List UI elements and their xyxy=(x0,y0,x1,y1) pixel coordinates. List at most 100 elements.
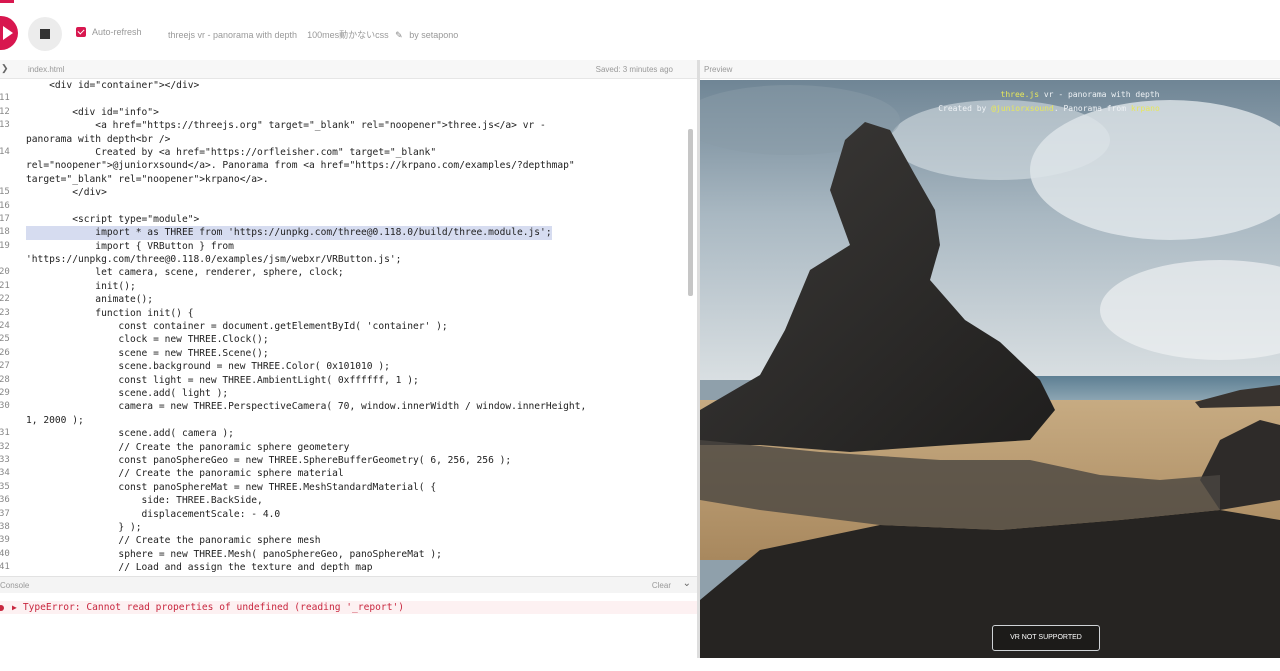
checkbox-icon[interactable] xyxy=(76,27,86,37)
editor-scrollbar[interactable] xyxy=(688,129,693,296)
code-line[interactable]: 11 xyxy=(0,92,690,105)
code-line[interactable]: 32 // Create the panoramic sphere geomet… xyxy=(0,441,690,454)
vr-button[interactable]: VR NOT SUPPORTED xyxy=(992,625,1100,651)
code-editor[interactable]: <div id="container"></div> 11 12 <div id="… xyxy=(0,79,697,572)
code-line[interactable]: 22 animate(); xyxy=(0,293,690,306)
code-text: const light = new THREE.AmbientLight( 0x… xyxy=(26,374,419,386)
run-button[interactable] xyxy=(0,16,18,50)
code-line[interactable]: 25 clock = new THREE.Clock(); xyxy=(0,333,690,346)
code-text: } ); xyxy=(26,521,142,533)
autorefresh-toggle[interactable]: Auto-refresh xyxy=(76,27,142,37)
chevron-right-icon[interactable]: ❯ xyxy=(1,63,9,74)
code-text: displacementScale: - 4.0 xyxy=(26,508,281,520)
code-line[interactable]: 26 scene = new THREE.Scene(); xyxy=(0,347,690,360)
code-line[interactable]: 17 <script type="module"> xyxy=(0,213,690,226)
preview-footer xyxy=(697,658,1280,671)
code-line[interactable]: 'https://unpkg.com/three@0.118.0/example… xyxy=(0,253,690,266)
code-line[interactable]: 19 import { VRButton } from xyxy=(0,240,690,253)
stop-button[interactable] xyxy=(28,17,62,51)
line-number: 15 xyxy=(0,187,10,198)
line-number: 37 xyxy=(0,508,10,519)
line-number: 28 xyxy=(0,374,10,385)
code-line[interactable]: 37 displacementScale: - 4.0 xyxy=(0,508,690,521)
line-number: 12 xyxy=(0,106,10,117)
code-line[interactable]: rel="noopener">@juniorxsound</a>. Panora… xyxy=(0,159,690,172)
project-info: threejs vr - panorama with depth 100mes動… xyxy=(168,28,458,41)
code-text: <div id="info"> xyxy=(26,106,159,118)
file-tab[interactable]: index.html xyxy=(28,65,64,74)
line-number: 19 xyxy=(0,240,10,251)
code-text: // Create the panoramic sphere geometery xyxy=(26,441,350,453)
threejs-link[interactable]: three.js xyxy=(1001,90,1040,99)
code-line[interactable]: 13 <a href="https://threejs.org" target=… xyxy=(0,119,690,132)
code-line[interactable]: <div id="container"></div> xyxy=(0,79,690,92)
stop-icon xyxy=(40,29,50,39)
line-number: 27 xyxy=(0,361,10,372)
author-link[interactable]: @juniorxsound xyxy=(991,104,1054,113)
code-line[interactable]: 30 camera = new THREE.PerspectiveCamera(… xyxy=(0,400,690,413)
code-line[interactable]: 14 Created by <a href="https://orfleishe… xyxy=(0,146,690,159)
line-number: 18 xyxy=(0,227,10,238)
info-mid: . Panorama from xyxy=(1053,104,1131,113)
line-number: 11 xyxy=(0,93,10,104)
console-output: ▶ TypeError: Cannot read properties of u… xyxy=(0,593,697,671)
code-line[interactable]: 31 scene.add( camera ); xyxy=(0,427,690,440)
console-clear-button[interactable]: Clear xyxy=(652,581,671,590)
line-number: 38 xyxy=(0,521,10,532)
line-number: 14 xyxy=(0,146,10,157)
chevron-down-icon[interactable]: ⌄ xyxy=(683,578,691,589)
code-line[interactable]: 27 scene.background = new THREE.Color( 0… xyxy=(0,360,690,373)
code-text: const panoSphereMat = new THREE.MeshStan… xyxy=(26,481,437,493)
expand-arrow-icon[interactable]: ▶ xyxy=(12,603,17,612)
brand-accent xyxy=(0,0,14,3)
code-text: side: THREE.BackSide, xyxy=(26,495,263,507)
preview-pane[interactable]: three.js vr - panorama with depth Create… xyxy=(700,80,1280,658)
code-text: Created by <a href="https://orfleisher.c… xyxy=(26,146,437,158)
code-line[interactable]: target="_blank" rel="noopener">krpano</a… xyxy=(0,173,690,186)
code-text: target="_blank" rel="noopener">krpano</a… xyxy=(26,173,269,185)
code-line[interactable]: panorama with depth<br /> xyxy=(0,133,690,146)
code-line[interactable]: 29 scene.add( light ); xyxy=(0,387,690,400)
toolbar: Auto-refresh threejs vr - panorama with … xyxy=(0,0,1280,61)
code-text: import { VRButton } from xyxy=(26,240,234,252)
code-text: </div> xyxy=(26,187,107,199)
code-line[interactable]: 24 const container = document.getElement… xyxy=(0,320,690,333)
console-error-row[interactable]: ▶ TypeError: Cannot read properties of u… xyxy=(0,601,697,614)
code-text: import * as THREE from 'https://unpkg.co… xyxy=(26,226,552,240)
code-line[interactable]: 23 function init() { xyxy=(0,307,690,320)
code-line[interactable]: 12 <div id="info"> xyxy=(0,106,690,119)
code-line[interactable]: 38 } ); xyxy=(0,521,690,534)
code-text: 1, 2000 ); xyxy=(26,414,84,426)
code-line[interactable]: 39 // Create the panoramic sphere mesh xyxy=(0,534,690,547)
line-number: 17 xyxy=(0,213,10,224)
code-line[interactable]: 21 init(); xyxy=(0,280,690,293)
panorama-scene xyxy=(700,80,1280,658)
code-text: // Load and assign the texture and depth… xyxy=(26,562,373,572)
edit-pencil-icon[interactable]: ✎ xyxy=(395,30,403,40)
code-line[interactable]: 15 </div> xyxy=(0,186,690,199)
code-line[interactable]: 28 const light = new THREE.AmbientLight(… xyxy=(0,374,690,387)
line-number: 26 xyxy=(0,347,10,358)
code-text: camera = new THREE.PerspectiveCamera( 70… xyxy=(26,401,587,413)
project-title[interactable]: threejs vr - panorama with depth xyxy=(168,30,297,40)
code-text: // Create the panoramic sphere mesh xyxy=(26,535,321,547)
code-line[interactable]: 1, 2000 ); xyxy=(0,414,690,427)
autorefresh-label: Auto-refresh xyxy=(92,27,142,37)
code-line[interactable]: 36 side: THREE.BackSide, xyxy=(0,494,690,507)
code-text: <script type="module"> xyxy=(26,213,200,225)
code-line[interactable]: 20 let camera, scene, renderer, sphere, … xyxy=(0,266,690,279)
code-line[interactable]: 33 const panoSphereGeo = new THREE.Spher… xyxy=(0,454,690,467)
code-line[interactable]: 41 // Load and assign the texture and de… xyxy=(0,561,690,572)
code-line[interactable]: 35 const panoSphereMat = new THREE.MeshS… xyxy=(0,481,690,494)
line-number: 31 xyxy=(0,428,10,439)
code-line[interactable]: 16 xyxy=(0,200,690,213)
line-number: 21 xyxy=(0,280,10,291)
play-icon xyxy=(3,26,13,40)
info-overlay: three.js vr - panorama with depth Create… xyxy=(700,88,1280,116)
code-lines[interactable]: <div id="container"></div> 11 12 <div id="… xyxy=(0,79,690,572)
code-line[interactable]: 18 import * as THREE from 'https://unpkg… xyxy=(0,226,690,240)
krpano-link[interactable]: krpano xyxy=(1131,104,1160,113)
code-line[interactable]: 40 sphere = new THREE.Mesh( panoSphereGe… xyxy=(0,548,690,561)
code-line[interactable]: 34 // Create the panoramic sphere materi… xyxy=(0,467,690,480)
line-number: 22 xyxy=(0,294,10,305)
